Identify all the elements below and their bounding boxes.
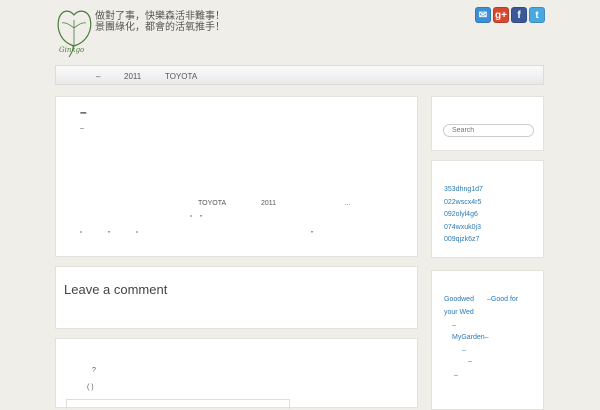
sidebar-link-3[interactable]: 092olyl4g6 xyxy=(444,211,478,218)
form-paren-label: ( ) xyxy=(87,384,94,391)
post-panel: – – TOYOTA 2011 … “ ” “ ” “ ” xyxy=(55,96,418,257)
comment-form-panel: ? ( ) xyxy=(55,338,418,409)
site-tagline: 做對了事，快樂森活非難事！ 景團綠化，都會的活氧推手！ xyxy=(95,11,225,33)
post-quote-close: ” xyxy=(200,215,203,222)
post-quote-close-2: ” xyxy=(108,231,111,238)
blogroll-dash-3[interactable]: – xyxy=(468,358,472,365)
blogroll-your-wed[interactable]: your Wed xyxy=(444,309,474,316)
post-text-toyota: TOYOTA xyxy=(198,200,227,207)
sidebar-link-4[interactable]: 074wxuk0j3 xyxy=(444,224,481,231)
tagline-line-2: 景團綠化，都會的活氧推手！ xyxy=(95,22,225,33)
breadcrumb-nav: – 2011 TOYOTA xyxy=(55,65,544,85)
sidebar-links-panel: 353dhng1d7 022wscx4r5 092olyl4g6 074wxuk… xyxy=(431,160,544,258)
blogroll-dash-1[interactable]: – xyxy=(452,322,456,329)
sidebar-link-1[interactable]: 353dhng1d7 xyxy=(444,186,483,193)
nav-dash: – xyxy=(96,72,101,81)
blogroll-dash-2[interactable]: – xyxy=(462,347,466,354)
post-quote-open: “ xyxy=(190,215,193,222)
google-plus-icon[interactable]: g+ xyxy=(493,7,509,23)
logo-text: Ginkgo xyxy=(59,46,85,54)
leave-comment-heading: Leave a comment xyxy=(64,282,168,297)
post-text-ellipsis: … xyxy=(344,200,351,207)
post-text-2011: 2011 xyxy=(261,200,277,207)
email-icon[interactable]: ✉ xyxy=(475,7,491,23)
search-input[interactable] xyxy=(443,124,534,137)
post-title: – xyxy=(80,105,87,119)
nav-item-toyota[interactable]: TOYOTA xyxy=(165,72,197,81)
blogroll-good-for[interactable]: –Good for xyxy=(487,296,518,303)
facebook-icon[interactable]: f xyxy=(511,7,527,23)
blogroll-dash-4[interactable]: – xyxy=(454,372,458,379)
comment-name-input[interactable] xyxy=(66,399,290,409)
sidebar-link-5[interactable]: 009qjzk6z7 xyxy=(444,236,479,243)
post-quote-open-2: “ xyxy=(80,231,83,238)
post-quote-open-3: “ xyxy=(136,231,139,238)
sidebar-search-panel xyxy=(431,96,544,151)
sidebar-link-2[interactable]: 022wscx4r5 xyxy=(444,199,481,206)
post-quote-close-3: ” xyxy=(311,231,314,238)
form-question-label: ? xyxy=(92,367,96,374)
blogroll-mygarden[interactable]: MyGarden– xyxy=(452,334,489,341)
nav-item-2011[interactable]: 2011 xyxy=(124,72,141,81)
social-icons: ✉ g+ f t xyxy=(475,7,545,23)
blogroll-goodwed[interactable]: Goodwed xyxy=(444,296,474,303)
tagline-line-1: 做對了事，快樂森活非難事！ xyxy=(95,11,225,22)
comment-panel: Leave a comment xyxy=(55,266,418,329)
site-header: Ginkgo 做對了事，快樂森活非難事！ 景團綠化，都會的活氧推手！ ✉ g+ f t xyxy=(0,0,600,62)
sidebar-blogroll-panel: Goodwed –Good for your Wed – MyGarden– –… xyxy=(431,270,544,410)
twitter-icon[interactable]: t xyxy=(529,7,545,23)
post-meta: – xyxy=(80,125,84,132)
